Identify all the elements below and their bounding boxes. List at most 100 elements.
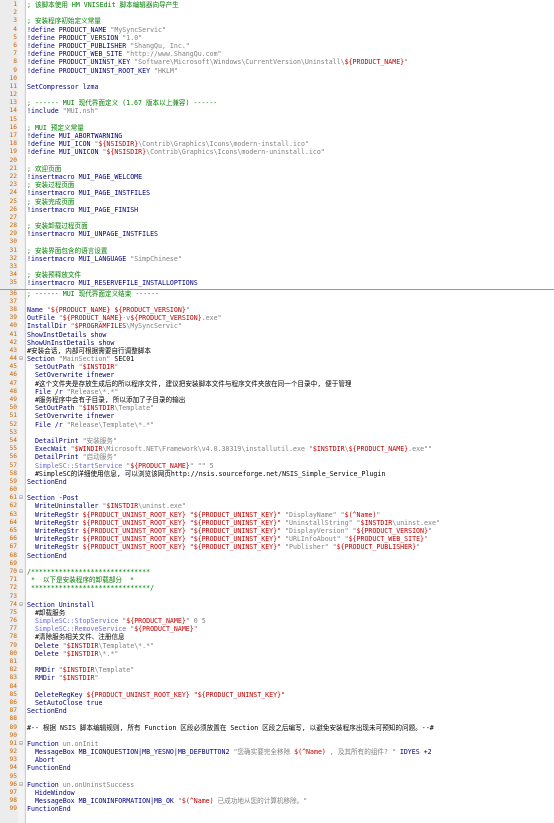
code-line[interactable]: 69 — [0, 560, 554, 568]
code-line[interactable]: 35 !insertmacro MUI_RESERVEFILE_INSTALLOP… — [0, 279, 554, 287]
fold-toggle-icon[interactable]: ⊟ — [19, 568, 23, 576]
code-line[interactable]: 45 SetOutPath "$INSTDIR" — [0, 363, 554, 371]
code-line[interactable]: 19 !define MUI_UNICON "${NSISDIR}\Contrib… — [0, 148, 554, 156]
code-line[interactable]: 97 HideWindow — [0, 789, 554, 797]
code-line[interactable]: 46 SetOverwrite ifnewer — [0, 371, 554, 379]
code-line[interactable]: 60 — [0, 486, 554, 494]
fold-toggle-icon[interactable]: ⊟ — [19, 494, 23, 502]
code-line[interactable]: 27 — [0, 214, 554, 222]
fold-toggle-icon[interactable]: ⊟ — [19, 740, 23, 748]
code-line[interactable]: 42 ShowUnInstDetails show — [0, 339, 554, 347]
code-line[interactable]: 43 #安装会话, 内部可根据需要自行调整脚本 — [0, 347, 554, 355]
code-line[interactable]: 96 ⊟ Function un.onUninstSuccess — [0, 781, 554, 789]
code-line[interactable]: 30 — [0, 238, 554, 246]
code-line[interactable]: 1 ; 该脚本使用 HM VNISEdit 脚本编辑器向导产生 — [0, 1, 554, 9]
code-line[interactable]: 4 !define PRODUCT_NAME "MySyncServic" — [0, 26, 554, 34]
code-line[interactable]: 34 ; 安装预释放文件 — [0, 271, 554, 279]
code-line[interactable]: 63 WriteRegStr ${PRODUCT_UNINST_ROOT_KEY… — [0, 511, 554, 519]
code-line[interactable]: 29 !insertmacro MUI_UNPAGE_INSTFILES — [0, 230, 554, 238]
code-editor[interactable]: 1 ; 该脚本使用 HM VNISEdit 脚本编辑器向导产生 2 3 ; 安装程序初始… — [0, 0, 554, 823]
code-line[interactable]: 26 !insertmacro MUI_PAGE_FINISH — [0, 206, 554, 214]
code-line[interactable]: 17 !define MUI_ABORTWARNING — [0, 132, 554, 140]
code-line[interactable]: 10 — [0, 75, 554, 83]
code-line[interactable]: 70 ⊟ /****************************** — [0, 568, 554, 576]
code-line[interactable]: 48 File /r "Release\*.*" — [0, 388, 554, 396]
code-line[interactable]: 47 #这个文件夹是存放生成后的所以程序文件, 建议把安装脚本文件与程序文件夹放… — [0, 380, 554, 388]
code-line[interactable]: 64 WriteRegStr ${PRODUCT_UNINST_ROOT_KEY… — [0, 519, 554, 527]
code-line[interactable]: 78 #清除服务相关文件、注册信息 — [0, 633, 554, 641]
code-line[interactable]: 7 !define PRODUCT_WEB_SITE "http://www.Sh… — [0, 50, 554, 58]
code-line[interactable]: 56 DetailPrint "启动服务" — [0, 453, 554, 461]
code-line[interactable]: 39 OutFile "${PRODUCT_NAME}-v${PRODUCT_VE… — [0, 314, 554, 322]
code-line[interactable]: 41 ShowInstDetails show — [0, 331, 554, 339]
code-line[interactable]: 81 — [0, 658, 554, 666]
code-line[interactable]: 84 — [0, 683, 554, 691]
code-line[interactable]: 68 SectionEnd — [0, 552, 554, 560]
code-line[interactable]: 25 ; 安装完成页面 — [0, 198, 554, 206]
code-line[interactable]: 15 — [0, 116, 554, 124]
code-line[interactable]: 22 !insertmacro MUI_PAGE_WELCOME — [0, 173, 554, 181]
code-line[interactable]: 76 SimpleSC::StopService "${PRODUCT_NAME… — [0, 617, 554, 625]
code-line[interactable]: 92 MessageBox MB_ICONQUESTION|MB_YESNO|M… — [0, 748, 554, 756]
code-line[interactable]: 50 SetOutPath "$INSTDIR\Template" — [0, 404, 554, 412]
code-line[interactable]: 72 ******************************/ — [0, 584, 554, 592]
fold-toggle-icon[interactable]: ⊟ — [19, 781, 23, 789]
code-line[interactable]: 37 — [0, 298, 554, 306]
code-line[interactable]: 94 FunctionEnd — [0, 764, 554, 772]
code-line[interactable]: 93 Abort — [0, 756, 554, 764]
code-line[interactable]: 89 #-- 根据 NSIS 脚本编辑规则, 所有 Function 区段必须放置… — [0, 724, 554, 732]
code-line[interactable]: 13 ; ------ MUI 现代界面定义 (1.67 版本以上兼容) ----… — [0, 99, 554, 107]
code-line[interactable]: 16 ; MUI 预定义常量 — [0, 124, 554, 132]
code-line[interactable]: 73 — [0, 593, 554, 601]
code-line[interactable]: 86 SetAutoClose true — [0, 699, 554, 707]
code-line[interactable]: 74 ⊟ Section Uninstall — [0, 601, 554, 609]
code-line[interactable]: 82 RMDir "$INSTDIR\Template" — [0, 666, 554, 674]
code-line[interactable]: 6 !define PRODUCT_PUBLISHER "ShangQu, Inc… — [0, 42, 554, 50]
code-line[interactable]: 53 — [0, 429, 554, 437]
code-line[interactable]: 3 ; 安装程序初始定义常量 — [0, 17, 554, 25]
code-line[interactable]: 90 — [0, 732, 554, 740]
code-line[interactable]: 54 DetailPrint "安装服务" — [0, 437, 554, 445]
code-line[interactable]: 33 — [0, 263, 554, 271]
code-line[interactable]: 9 !define PRODUCT_UNINST_ROOT_KEY "HKLM" — [0, 67, 554, 75]
code-line[interactable]: 52 File /r "Release\Template\*.*" — [0, 421, 554, 429]
code-line[interactable]: 23 ; 安装过程页面 — [0, 181, 554, 189]
code-line[interactable]: 65 WriteRegStr ${PRODUCT_UNINST_ROOT_KEY… — [0, 527, 554, 535]
code-line[interactable]: 5 !define PRODUCT_VERSION "1.0" — [0, 34, 554, 42]
code-line[interactable]: 11 SetCompressor lzma — [0, 83, 554, 91]
code-line[interactable]: 51 SetOverwrite ifnewer — [0, 412, 554, 420]
code-line[interactable]: 20 — [0, 157, 554, 165]
code-line[interactable]: 91 ⊟ Function un.onInit — [0, 740, 554, 748]
code-line[interactable]: 31 ; 安装界面包含的语言设置 — [0, 247, 554, 255]
code-line[interactable]: 67 WriteRegStr ${PRODUCT_UNINST_ROOT_KEY… — [0, 543, 554, 551]
code-line[interactable]: 36 ; ------ MUI 现代界面定义结束 ------ — [0, 288, 554, 298]
code-line[interactable]: 71 * 以下是安装程序的卸载部分 * — [0, 576, 554, 584]
code-line[interactable]: 49 #服务程序中会有子目录, 所以添加了子目录的输出 — [0, 396, 554, 404]
code-line[interactable]: 88 — [0, 715, 554, 723]
code-line[interactable]: 58 #SimpleSC的详细使用信息, 可以浏览该网页http://nsis.… — [0, 470, 554, 478]
code-line[interactable]: 14 !include "MUI.nsh" — [0, 107, 554, 115]
code-line[interactable]: 75 #卸载服务 — [0, 609, 554, 617]
code-line[interactable]: 66 WriteRegStr ${PRODUCT_UNINST_ROOT_KEY… — [0, 535, 554, 543]
code-line[interactable]: 80 Delete "$INSTDIR\*.*" — [0, 650, 554, 658]
code-line[interactable]: 38 Name "${PRODUCT_NAME} ${PRODUCT_VERSIO… — [0, 306, 554, 314]
fold-toggle-icon[interactable]: ⊟ — [19, 355, 23, 363]
code-line[interactable]: 87 SectionEnd — [0, 707, 554, 715]
code-line[interactable]: 18 !define MUI_ICON "${NSISDIR}\Contrib\G… — [0, 140, 554, 148]
code-line[interactable]: 59 SectionEnd — [0, 478, 554, 486]
code-line[interactable]: 57 SimpleSC::StartService "${PRODUCT_NAM… — [0, 462, 554, 470]
code-line[interactable]: 79 Delete "$INSTDIR\Template\*.*" — [0, 642, 554, 650]
code-line[interactable]: 24 !insertmacro MUI_PAGE_INSTFILES — [0, 189, 554, 197]
fold-toggle-icon[interactable]: ⊟ — [19, 601, 23, 609]
code-line[interactable]: 44 ⊟ Section "MainSection" SEC01 — [0, 355, 554, 363]
code-line[interactable]: 61 ⊟ Section -Post — [0, 494, 554, 502]
code-line[interactable]: 85 DeleteRegKey ${PRODUCT_UNINST_ROOT_KE… — [0, 691, 554, 699]
code-line[interactable]: 98 MessageBox MB_ICONINFORMATION|MB_OK "… — [0, 797, 554, 805]
code-line[interactable]: 83 RMDir "$INSTDIR" — [0, 674, 554, 682]
code-line[interactable]: 32 !insertmacro MUI_LANGUAGE "SimpChinese… — [0, 255, 554, 263]
code-line[interactable]: 62 WriteUninstaller "$INSTDIR\uninst.exe… — [0, 502, 554, 510]
code-line[interactable]: 8 !define PRODUCT_UNINST_KEY "Software\Mi… — [0, 58, 554, 66]
code-line[interactable]: 21 ; 欢迎页面 — [0, 165, 554, 173]
code-line[interactable]: 95 — [0, 773, 554, 781]
code-line[interactable]: 28 ; 安装卸载过程页面 — [0, 222, 554, 230]
